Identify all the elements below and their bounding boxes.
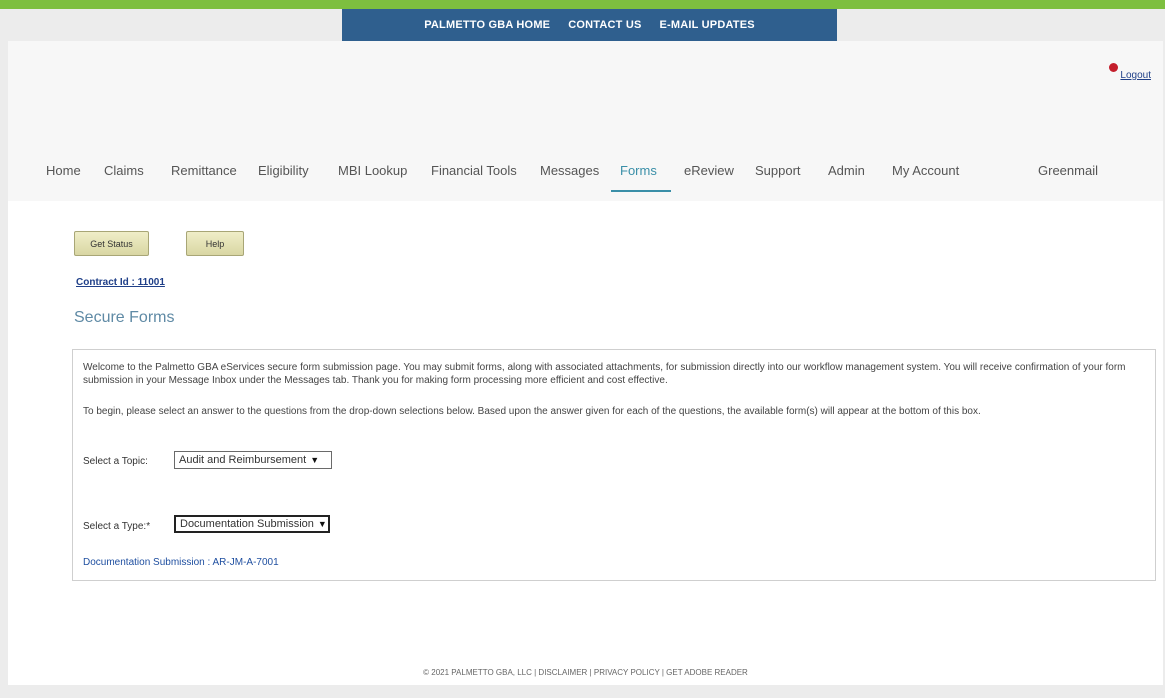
nav-forms[interactable]: Forms (620, 163, 657, 178)
top-nav-bar: PALMETTO GBA HOME CONTACT US E-MAIL UPDA… (342, 9, 837, 41)
nav-remittance[interactable]: Remittance (171, 163, 237, 178)
logout-link[interactable]: Logout (1120, 70, 1151, 81)
help-button[interactable]: Help (186, 231, 244, 256)
type-label: Select a Type:* (83, 521, 151, 532)
page-title: Secure Forms (74, 309, 175, 326)
topic-select[interactable]: Audit and Reimbursement ▼ (174, 451, 332, 469)
nav-messages[interactable]: Messages (540, 163, 599, 178)
top-accent-bar (0, 0, 1165, 9)
nav-active-underline (611, 190, 671, 192)
logout-area: Logout (1109, 63, 1151, 81)
nav-financial-tools[interactable]: Financial Tools (431, 163, 517, 178)
nav-eligibility[interactable]: Eligibility (258, 163, 309, 178)
nav-my-account[interactable]: My Account (892, 163, 959, 178)
type-select[interactable]: Documentation Submission ▼ (174, 515, 330, 533)
header-area: Logout Home Claims Remittance Eligibilit… (8, 41, 1163, 201)
nav-ereview[interactable]: eReview (684, 163, 734, 178)
footer: © 2021 PALMETTO GBA, LLC | DISCLAIMER | … (423, 668, 748, 677)
nav-claims[interactable]: Claims (104, 163, 144, 178)
get-status-button[interactable]: Get Status (74, 231, 149, 256)
type-select-value: Documentation Submission (180, 518, 314, 530)
topic-select-value: Audit and Reimbursement (179, 454, 307, 466)
contact-us-link[interactable]: CONTACT US (568, 19, 641, 31)
nav-admin[interactable]: Admin (828, 163, 865, 178)
form-result-link[interactable]: Documentation Submission : AR-JM-A-7001 (83, 557, 279, 568)
main-nav: Home Claims Remittance Eligibility MBI L… (8, 163, 1163, 203)
intro-paragraph: Welcome to the Palmetto GBA eServices se… (83, 362, 1126, 386)
email-updates-link[interactable]: E-MAIL UPDATES (660, 19, 755, 31)
contract-id[interactable]: Contract Id : 11001 (76, 277, 165, 288)
nav-home[interactable]: Home (46, 163, 81, 178)
nav-mbi-lookup[interactable]: MBI Lookup (338, 163, 407, 178)
palmetto-home-link[interactable]: PALMETTO GBA HOME (424, 19, 550, 31)
chevron-down-icon: ▼ (317, 519, 327, 529)
page-container: Logout Home Claims Remittance Eligibilit… (8, 41, 1163, 685)
topic-label: Select a Topic: (83, 456, 148, 467)
chevron-down-icon: ▼ (310, 455, 320, 465)
logout-icon[interactable] (1109, 63, 1119, 72)
secure-forms-box: Welcome to the Palmetto GBA eServices se… (72, 349, 1156, 581)
nav-greenmail[interactable]: Greenmail (1038, 163, 1098, 178)
instruction-paragraph: To begin, please select an answer to the… (83, 406, 981, 417)
nav-support[interactable]: Support (755, 163, 801, 178)
